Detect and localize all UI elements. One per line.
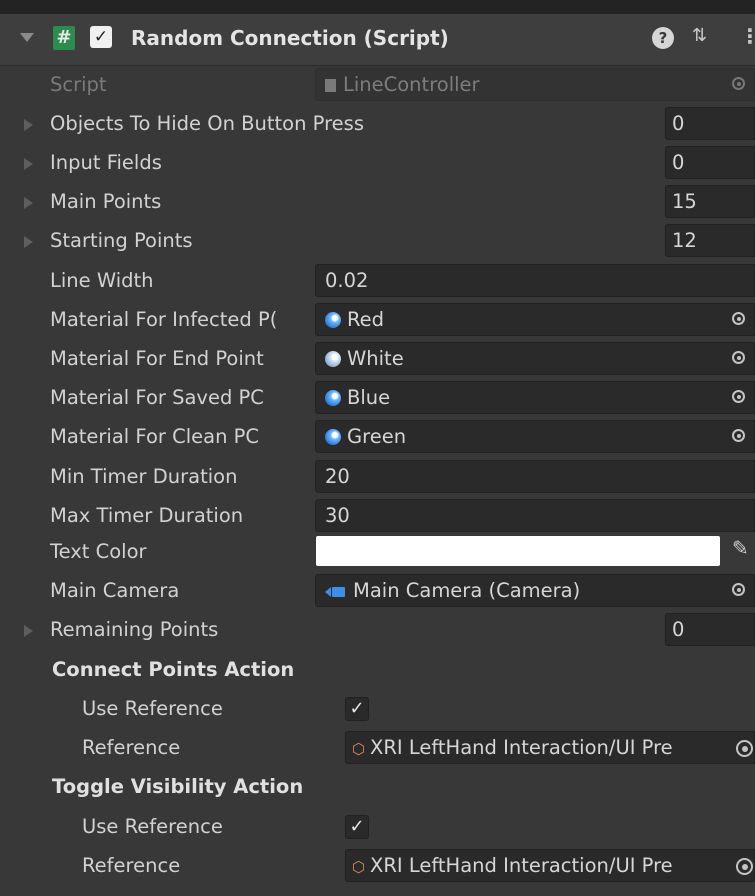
row-toggle-use-reference: Use Reference ✓ (0, 808, 755, 847)
script-hash-icon: # (53, 26, 75, 50)
object-picker-icon[interactable] (732, 351, 745, 364)
starting-points-size-input[interactable]: 12 (665, 224, 755, 257)
input-action-asset-icon: ⬡ (352, 740, 366, 758)
remaining-points-label: Remaining Points (50, 618, 219, 641)
material-sphere-icon (325, 429, 341, 445)
object-picker-icon[interactable] (732, 583, 745, 596)
object-picker-icon[interactable] (732, 390, 745, 403)
row-material-saved: Material For Saved PC Blue (0, 379, 755, 418)
min-timer-label: Min Timer Duration (50, 465, 238, 488)
material-sphere-icon (325, 351, 341, 367)
connect-action-header: Connect Points Action (52, 658, 295, 681)
objects-to-hide-size-input[interactable]: 0 (665, 107, 755, 140)
row-objects-to-hide[interactable]: Objects To Hide On Button Press 0 (0, 105, 755, 144)
row-text-color: Text Color ✎ (0, 533, 755, 572)
row-main-points[interactable]: Main Points 15 (0, 183, 755, 222)
input-fields-label: Input Fields (50, 151, 162, 174)
material-clean-field[interactable]: Green (315, 420, 755, 453)
component-header[interactable]: # ✓ Random Connection (Script) ? ⇅ ⋮ (0, 14, 755, 66)
foldout-arrow-icon[interactable] (24, 625, 33, 637)
main-points-label: Main Points (50, 190, 162, 213)
material-saved-field[interactable]: Blue (315, 381, 755, 414)
material-end-field[interactable]: White (315, 342, 755, 375)
toggle-use-reference-label: Use Reference (82, 815, 223, 838)
object-picker-icon[interactable] (736, 740, 753, 757)
foldout-arrow-icon[interactable] (24, 236, 33, 248)
script-asset-icon (325, 79, 336, 92)
row-toggle-reference: Reference ⬡ XRI LeftHand Interaction/UI P… (0, 847, 755, 886)
script-field: LineController (315, 68, 755, 101)
row-main-camera: Main Camera Main Camera (Camera) (0, 572, 755, 611)
input-fields-size-input[interactable]: 0 (665, 146, 755, 179)
material-infected-field[interactable]: Red (315, 303, 755, 336)
object-picker-icon[interactable] (732, 429, 745, 442)
row-input-fields[interactable]: Input Fields 0 (0, 144, 755, 183)
objects-to-hide-label: Objects To Hide On Button Press (50, 112, 364, 135)
help-icon[interactable]: ? (652, 27, 674, 49)
text-color-swatch[interactable] (316, 536, 720, 566)
material-sphere-icon (325, 390, 341, 406)
material-end-label: Material For End Point (50, 347, 264, 370)
component-title: Random Connection (Script) (131, 26, 449, 50)
camera-icon (325, 587, 345, 597)
material-clean-label: Material For Clean PC (50, 425, 259, 448)
max-timer-label: Max Timer Duration (50, 504, 244, 527)
presets-icon[interactable]: ⇅ (692, 25, 707, 46)
text-color-label: Text Color (50, 540, 147, 563)
row-max-timer: Max Timer Duration 30 (0, 497, 755, 536)
toggle-reference-field[interactable]: ⬡ XRI LeftHand Interaction/UI Pre (345, 849, 755, 882)
eyedropper-icon[interactable]: ✎ (732, 536, 749, 560)
main-points-size-input[interactable]: 15 (665, 185, 755, 218)
foldout-arrow-icon[interactable] (24, 119, 33, 131)
line-width-input[interactable]: 0.02 (315, 264, 755, 297)
top-strip (0, 0, 755, 14)
toggle-action-header: Toggle Visibility Action (52, 775, 304, 798)
object-picker-icon[interactable] (732, 312, 745, 325)
object-picker-icon (732, 77, 745, 90)
row-connect-use-reference: Use Reference ✓ (0, 690, 755, 729)
material-saved-label: Material For Saved PC (50, 386, 264, 409)
row-min-timer: Min Timer Duration 20 (0, 458, 755, 497)
starting-points-label: Starting Points (50, 229, 193, 252)
row-connect-action-header: Connect Points Action (0, 651, 755, 690)
connect-use-reference-label: Use Reference (82, 697, 223, 720)
row-line-width: Line Width 0.02 (0, 262, 755, 301)
row-script: Script LineController (0, 66, 755, 105)
row-connect-reference: Reference ⬡ XRI LeftHand Interaction/UI P… (0, 729, 755, 768)
script-label: Script (50, 73, 107, 96)
object-picker-icon[interactable] (736, 858, 753, 875)
max-timer-input[interactable]: 30 (315, 499, 755, 532)
kebab-menu-icon[interactable]: ⋮ (740, 24, 755, 48)
toggle-reference-label: Reference (82, 854, 181, 877)
min-timer-input[interactable]: 20 (315, 460, 755, 493)
connect-use-reference-checkbox[interactable]: ✓ (345, 697, 369, 721)
foldout-arrow-icon[interactable] (24, 197, 33, 209)
row-material-end: Material For End Point White (0, 340, 755, 379)
main-camera-field[interactable]: Main Camera (Camera) (315, 574, 755, 607)
row-material-infected: Material For Infected P( Red (0, 301, 755, 340)
connect-reference-label: Reference (82, 736, 181, 759)
connect-reference-field[interactable]: ⬡ XRI LeftHand Interaction/UI Pre (345, 731, 755, 764)
main-camera-label: Main Camera (50, 579, 180, 602)
input-action-asset-icon: ⬡ (352, 858, 366, 876)
row-material-clean: Material For Clean PC Green (0, 418, 755, 457)
row-remaining-points[interactable]: Remaining Points 0 (0, 611, 755, 650)
material-sphere-icon (325, 312, 341, 328)
remaining-points-size-input[interactable]: 0 (665, 613, 755, 646)
foldout-arrow-icon[interactable] (24, 158, 33, 170)
line-width-label: Line Width (50, 269, 154, 292)
fold-arrow-icon[interactable] (20, 33, 34, 42)
toggle-use-reference-checkbox[interactable]: ✓ (345, 815, 369, 839)
component-enabled-checkbox[interactable]: ✓ (90, 26, 112, 48)
row-starting-points[interactable]: Starting Points 12 (0, 222, 755, 261)
row-toggle-action-header: Toggle Visibility Action (0, 768, 755, 807)
material-infected-label: Material For Infected P( (50, 308, 278, 331)
script-value: LineController (343, 73, 480, 96)
